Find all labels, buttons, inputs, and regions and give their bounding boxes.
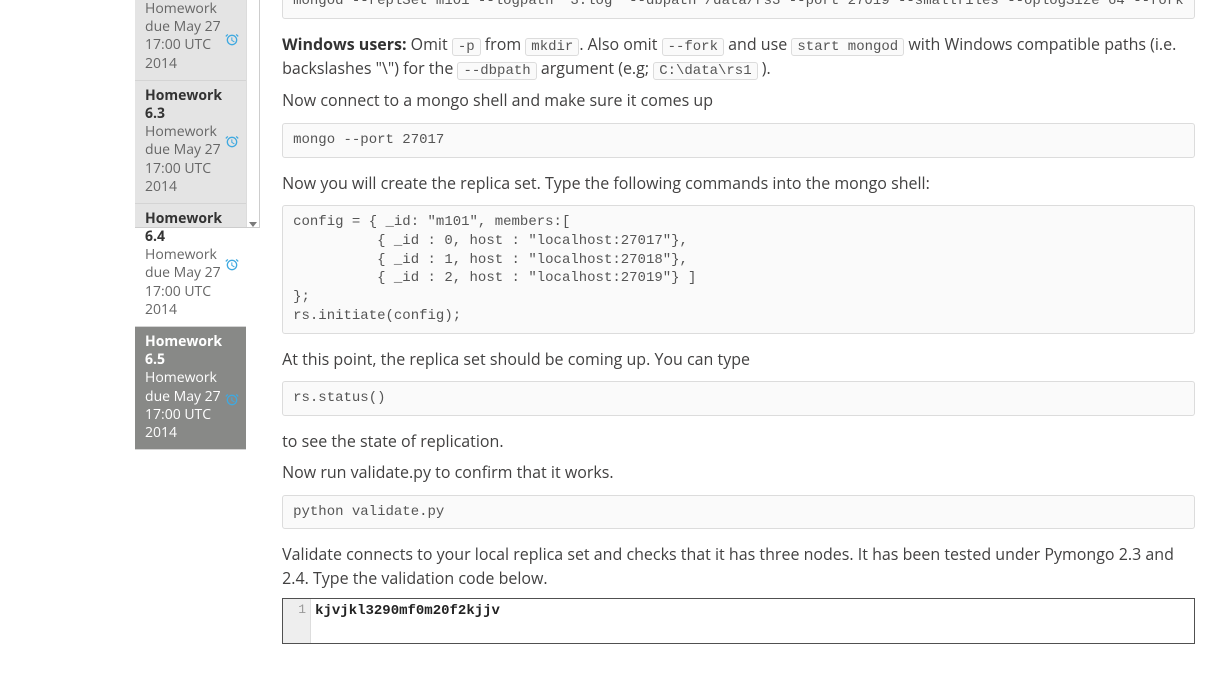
main-content: mongod --replSet m101 --logpath "3.log" … [260, 0, 1208, 683]
sidebar-item-title: Homework 6.4 [145, 210, 222, 246]
alarm-icon [224, 134, 240, 150]
code-mongo-connect: mongo --port 27017 [282, 123, 1195, 158]
sidebar-item-hw63[interactable]: Homework 6.3 Homework due May 27 17:00 U… [135, 81, 246, 204]
windows-users-label: Windows users: [282, 33, 406, 55]
inline-code-dbpath: --dbpath [457, 62, 536, 80]
inline-code-fork: --fork [662, 38, 724, 56]
code-validate: python validate.py [282, 495, 1195, 530]
seestate-paragraph: to see the state of replication. [282, 430, 1195, 453]
inline-code-winpath: C:\data\rs1 [653, 62, 757, 80]
connect-paragraph: Now connect to a mongo shell and make su… [282, 89, 1195, 112]
sidebar-item-subtitle: Homework due May 27 17:00 UTC 2014 [145, 123, 222, 196]
sidebar-item-title: Homework 6.3 [145, 87, 222, 123]
inline-code-mkdir: mkdir [525, 38, 579, 56]
atpoint-paragraph: At this point, the replica set should be… [282, 348, 1195, 371]
sidebar-item-hw65[interactable]: Homework 6.5 Homework due May 27 17:00 U… [135, 327, 246, 450]
create-rs-paragraph: Now you will create the replica set. Typ… [282, 172, 1195, 195]
sidebar-container: Homework due May 27 17:00 UTC 2014 Homew… [0, 0, 260, 683]
alarm-icon [224, 32, 240, 48]
sidebar-item-subtitle: Homework due May 27 17:00 UTC 2014 [145, 0, 222, 73]
windows-users-paragraph: Windows users: Omit -p from mkdir. Also … [282, 33, 1195, 82]
sidebar-item-hw64[interactable]: Homework 6.4 Homework due May 27 17:00 U… [135, 204, 246, 327]
runvalidate-paragraph: Now run validate.py to confirm that it w… [282, 461, 1195, 484]
validate-desc-paragraph: Validate connects to your local replica … [282, 543, 1195, 589]
sidebar-item-subtitle: Homework due May 27 17:00 UTC 2014 [145, 246, 222, 319]
validation-code-value[interactable]: kjvjkl3290mf0m20f2kjjv [311, 599, 1194, 643]
sidebar-scrollbar[interactable] [246, 0, 259, 227]
line-number: 1 [283, 599, 311, 643]
sidebar-nav: Homework due May 27 17:00 UTC 2014 Homew… [135, 0, 260, 228]
sidebar-item-subtitle: Homework due May 27 17:00 UTC 2014 [145, 369, 222, 442]
code-rs-status: rs.status() [282, 381, 1195, 416]
inline-code-start-mongod: start mongod [791, 38, 904, 56]
code-rs-config: config = { _id: "m101", members:[ { _id … [282, 205, 1195, 334]
alarm-icon [224, 392, 240, 408]
sidebar-item-title: Homework 6.5 [145, 333, 222, 369]
inline-code-p: -p [452, 38, 481, 56]
alarm-icon [224, 257, 240, 273]
sidebar-item-hw-prev[interactable]: Homework due May 27 17:00 UTC 2014 [135, 0, 246, 81]
code-mongod-start: mongod --replSet m101 --logpath "3.log" … [282, 0, 1195, 19]
validation-code-input[interactable]: 1 kjvjkl3290mf0m20f2kjjv [282, 598, 1195, 644]
